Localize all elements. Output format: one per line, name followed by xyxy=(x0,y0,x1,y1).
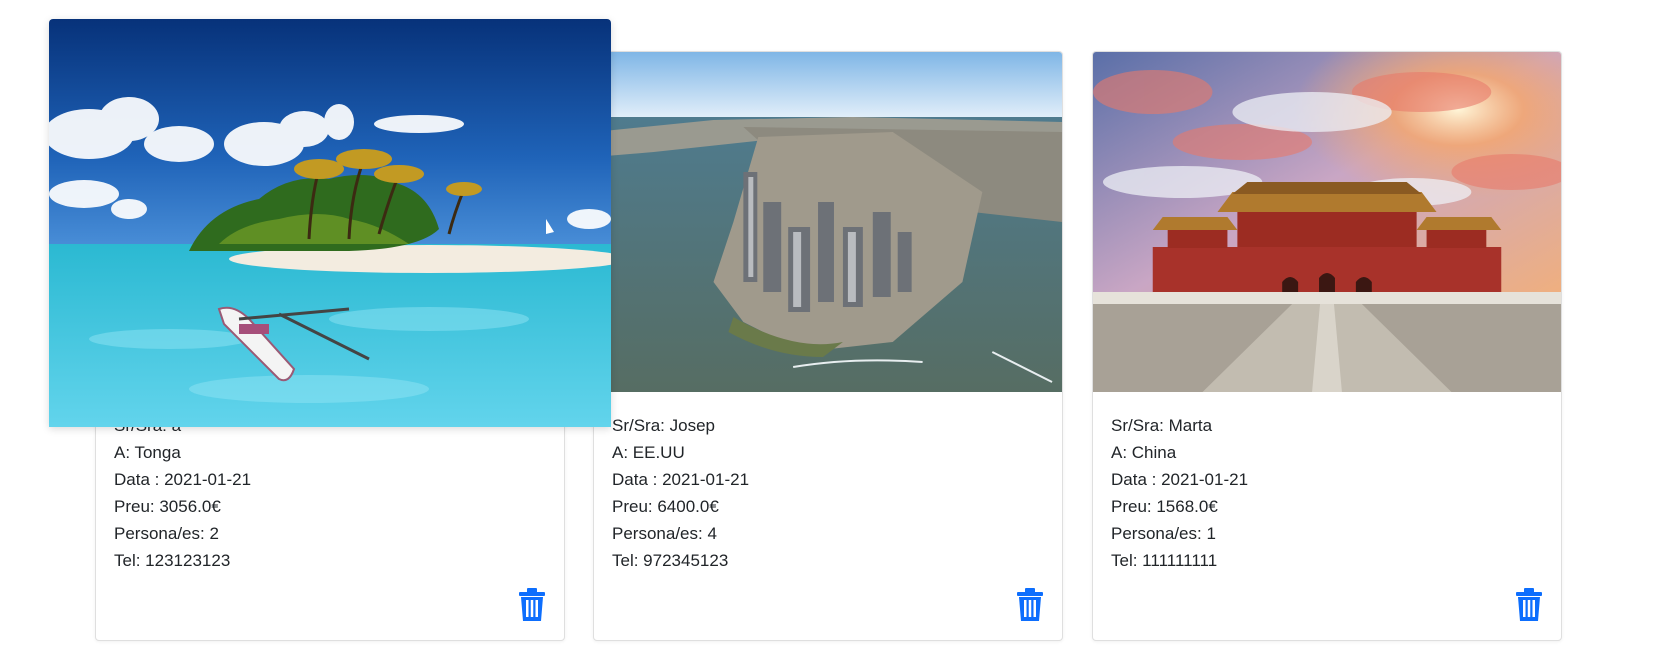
travel-date: Data : 2021-01-21 xyxy=(1111,470,1249,489)
booking-card-eeuu: Sr/Sra: Josep A: EE.UU Data : 2021-01-21… xyxy=(593,51,1063,641)
persons: Persona/es: 4 xyxy=(612,524,717,543)
delete-booking-button[interactable] xyxy=(1515,588,1543,622)
price: Preu: 3056.0€ xyxy=(114,497,221,516)
price: Preu: 1568.0€ xyxy=(1111,497,1218,516)
trash-icon xyxy=(1516,588,1542,621)
phone: Tel: 123123123 xyxy=(114,551,231,570)
destination: A: Tonga xyxy=(114,443,181,462)
travel-date: Data : 2021-01-21 xyxy=(114,470,252,489)
client-name: Sr/Sra: Josep xyxy=(612,416,715,435)
persons: Persona/es: 1 xyxy=(1111,524,1216,543)
card-body: Sr/Sra: Marta A: China Data : 2021-01-21… xyxy=(1111,412,1248,574)
price: Preu: 6400.0€ xyxy=(612,497,719,516)
card-image-tonga-zoomed[interactable] xyxy=(49,19,611,427)
card-image-manhattan xyxy=(594,52,1062,392)
trash-icon xyxy=(519,588,545,621)
delete-booking-button[interactable] xyxy=(518,588,546,622)
card-body: Sr/Sra: Josep A: EE.UU Data : 2021-01-21… xyxy=(612,412,749,574)
travel-date: Data : 2021-01-21 xyxy=(612,470,750,489)
destination: A: China xyxy=(1111,443,1177,462)
persons: Persona/es: 2 xyxy=(114,524,219,543)
phone: Tel: 111111111 xyxy=(1111,551,1218,570)
card-image-forbidden-city xyxy=(1093,52,1561,392)
trash-icon xyxy=(1017,588,1043,621)
destination: A: EE.UU xyxy=(612,443,685,462)
card-body: Sr/Sra: a A: Tonga Data : 2021-01-21 Pre… xyxy=(114,412,251,574)
booking-card-china: Sr/Sra: Marta A: China Data : 2021-01-21… xyxy=(1092,51,1562,641)
delete-booking-button[interactable] xyxy=(1016,588,1044,622)
client-name: Sr/Sra: Marta xyxy=(1111,416,1213,435)
phone: Tel: 972345123 xyxy=(612,551,729,570)
